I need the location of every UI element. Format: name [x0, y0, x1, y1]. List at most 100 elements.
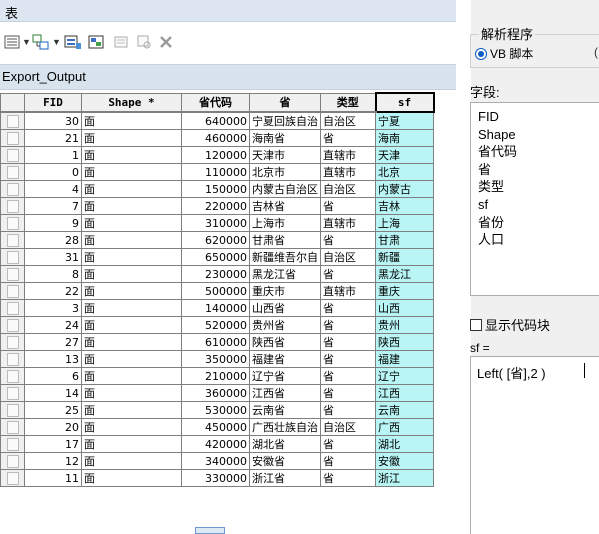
shape-cell[interactable]: 面: [81, 367, 182, 385]
province-cell[interactable]: 福建省: [249, 350, 321, 368]
shape-cell[interactable]: 面: [81, 299, 182, 317]
province-cell[interactable]: 广西壮族自治: [249, 418, 321, 436]
code-cell[interactable]: 310000: [181, 214, 250, 232]
sf-cell[interactable]: 上海: [375, 214, 434, 232]
code-cell[interactable]: 520000: [181, 316, 250, 334]
column-header[interactable]: FID: [24, 92, 82, 113]
show-codeblock-checkbox[interactable]: 显示代码块: [470, 315, 550, 334]
shape-cell[interactable]: 面: [81, 111, 182, 130]
fid-cell[interactable]: 13: [24, 350, 82, 368]
related-tables-button[interactable]: ▼: [32, 33, 61, 51]
row-selector[interactable]: [0, 350, 25, 368]
field-item[interactable]: Shape: [471, 126, 599, 144]
fid-cell[interactable]: 28: [24, 231, 82, 249]
province-cell[interactable]: 陕西省: [249, 333, 321, 351]
type-cell[interactable]: 省: [320, 435, 376, 453]
table-row[interactable]: 28 面 620000 甘肃省省甘肃: [0, 231, 434, 249]
column-header[interactable]: 类型: [320, 92, 376, 113]
type-cell[interactable]: 省: [320, 384, 376, 402]
table-row[interactable]: 17 面 420000 湖北省省湖北: [0, 435, 434, 453]
sf-cell[interactable]: 海南: [375, 129, 434, 147]
shape-cell[interactable]: 面: [81, 265, 182, 283]
type-cell[interactable]: 直辖市: [320, 214, 376, 232]
select-by-attributes-button[interactable]: [64, 33, 82, 51]
sf-cell[interactable]: 福建: [375, 350, 434, 368]
code-cell[interactable]: 150000: [181, 180, 250, 198]
table-row[interactable]: 6 面 210000 辽宁省省辽宁: [0, 367, 434, 385]
code-cell[interactable]: 420000: [181, 435, 250, 453]
shape-cell[interactable]: 面: [81, 129, 182, 147]
vbscript-radio[interactable]: VB 脚本: [475, 45, 533, 62]
fields-list[interactable]: FID Shape 省代码省类型 sf 省份 人口: [470, 102, 599, 296]
field-item[interactable]: 省份: [471, 214, 599, 232]
switch-selection-button[interactable]: [88, 33, 106, 51]
shape-cell[interactable]: 面: [81, 384, 182, 402]
province-cell[interactable]: 吉林省: [249, 197, 321, 215]
row-selector[interactable]: [0, 469, 25, 487]
shape-cell[interactable]: 面: [81, 333, 182, 351]
table-options-button[interactable]: ▼: [4, 33, 31, 51]
fid-cell[interactable]: 27: [24, 333, 82, 351]
type-cell[interactable]: 省: [320, 367, 376, 385]
type-cell[interactable]: 直辖市: [320, 282, 376, 300]
sf-cell[interactable]: 贵州: [375, 316, 434, 334]
fid-cell[interactable]: 9: [24, 214, 82, 232]
fid-cell[interactable]: 30: [24, 111, 82, 130]
clear-selection-button[interactable]: [113, 33, 129, 51]
row-selector[interactable]: [0, 214, 25, 232]
fid-cell[interactable]: 14: [24, 384, 82, 402]
province-cell[interactable]: 重庆市: [249, 282, 321, 300]
table-row[interactable]: 8 面 230000 黑龙江省省黑龙江: [0, 265, 434, 283]
province-cell[interactable]: 云南省: [249, 401, 321, 419]
row-selector[interactable]: [0, 129, 25, 147]
sf-cell[interactable]: 黑龙江: [375, 265, 434, 283]
sf-cell[interactable]: 天津: [375, 146, 434, 164]
row-selector[interactable]: [0, 248, 25, 266]
table-row[interactable]: 27 面 610000 陕西省省陕西: [0, 333, 434, 351]
fid-cell[interactable]: 1: [24, 146, 82, 164]
field-item[interactable]: 省: [471, 161, 599, 179]
shape-cell[interactable]: 面: [81, 452, 182, 470]
shape-cell[interactable]: 面: [81, 435, 182, 453]
code-cell[interactable]: 530000: [181, 401, 250, 419]
province-cell[interactable]: 湖北省: [249, 435, 321, 453]
fid-cell[interactable]: 3: [24, 299, 82, 317]
row-selector[interactable]: [0, 435, 25, 453]
row-selector[interactable]: [0, 316, 25, 334]
sf-cell[interactable]: 江西: [375, 384, 434, 402]
sf-cell[interactable]: 浙江: [375, 469, 434, 487]
table-row[interactable]: 9 面 310000 上海市 直辖市 上海: [0, 214, 434, 232]
fid-cell[interactable]: 11: [24, 469, 82, 487]
province-cell[interactable]: 甘肃省: [249, 231, 321, 249]
table-row[interactable]: 11 面 330000 浙江省省浙江: [0, 469, 434, 487]
fid-cell[interactable]: 31: [24, 248, 82, 266]
type-cell[interactable]: 省: [320, 265, 376, 283]
row-selector[interactable]: [0, 265, 25, 283]
fid-cell[interactable]: 17: [24, 435, 82, 453]
fid-cell[interactable]: 0: [24, 163, 82, 181]
type-cell[interactable]: 自治区: [320, 111, 376, 130]
sf-cell[interactable]: 湖北: [375, 435, 434, 453]
table-row[interactable]: 1 面 120000 天津市 直辖市 天津: [0, 146, 434, 164]
row-selector[interactable]: [0, 299, 25, 317]
column-header[interactable]: Shape *: [81, 92, 182, 113]
delete-selected-button[interactable]: [158, 33, 174, 51]
type-cell[interactable]: 省: [320, 401, 376, 419]
column-header-selected[interactable]: sf: [374, 92, 435, 113]
type-cell[interactable]: 省: [320, 333, 376, 351]
type-cell[interactable]: 省: [320, 316, 376, 334]
expression-editor[interactable]: Left( [省],2 ): [470, 356, 599, 534]
code-cell[interactable]: 350000: [181, 350, 250, 368]
code-cell[interactable]: 610000: [181, 333, 250, 351]
code-cell[interactable]: 110000: [181, 163, 250, 181]
code-cell[interactable]: 360000: [181, 384, 250, 402]
table-row[interactable]: 14 面 360000 江西省省江西: [0, 384, 434, 402]
sf-cell[interactable]: 云南: [375, 401, 434, 419]
fid-cell[interactable]: 8: [24, 265, 82, 283]
fid-cell[interactable]: 25: [24, 401, 82, 419]
row-selector[interactable]: [0, 367, 25, 385]
row-selector[interactable]: [0, 197, 25, 215]
type-cell[interactable]: 自治区: [320, 248, 376, 266]
code-cell[interactable]: 450000: [181, 418, 250, 436]
code-cell[interactable]: 140000: [181, 299, 250, 317]
